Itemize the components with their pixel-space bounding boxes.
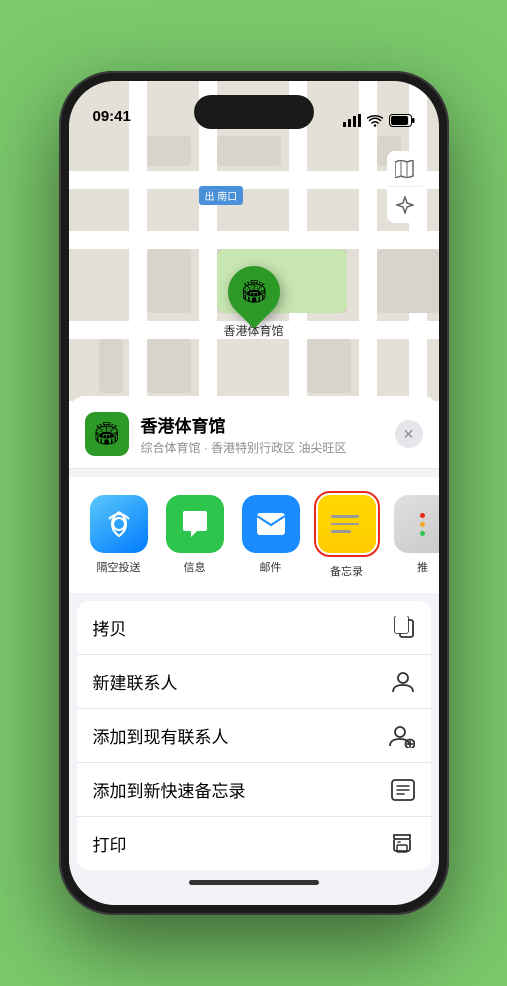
- home-indicator: [189, 880, 319, 885]
- map-block: [147, 339, 191, 393]
- airdrop-label: 隔空投送: [97, 559, 141, 575]
- action-item-quick-note[interactable]: 添加到新快速备忘录: [77, 763, 431, 817]
- share-item-notes[interactable]: 备忘录: [313, 491, 381, 579]
- share-item-more[interactable]: 推: [389, 495, 439, 575]
- action-item-copy[interactable]: 拷贝: [77, 601, 431, 655]
- messages-icon: [166, 495, 224, 553]
- new-contact-icon: [391, 670, 415, 694]
- more-icon: [394, 495, 439, 553]
- copy-icon: [393, 616, 415, 640]
- action-label-copy: 拷贝: [93, 615, 127, 640]
- sheet-header: 🏟 香港体育馆 综合体育馆 · 香港特别行政区 油尖旺区 ✕: [69, 396, 439, 469]
- pin-icon: 🏟: [240, 279, 268, 305]
- share-item-airdrop[interactable]: 隔空投送: [85, 495, 153, 575]
- notes-line3: [331, 530, 351, 533]
- action-item-add-contact[interactable]: 添加到现有联系人: [77, 709, 431, 763]
- share-row: 隔空投送 信息: [69, 477, 439, 593]
- phone-screen: 09:41: [69, 81, 439, 905]
- notes-line2: [331, 523, 359, 526]
- status-icons: [343, 114, 415, 127]
- exit-label: 出 南口: [199, 186, 244, 205]
- wifi-icon: [367, 115, 383, 127]
- copy-svg: [393, 616, 415, 640]
- location-icon: [396, 196, 414, 214]
- notes-label: 备忘录: [330, 563, 363, 579]
- location-button[interactable]: [387, 187, 423, 223]
- location-pin: 🏟 香港体育馆: [224, 266, 284, 339]
- map-block: [147, 249, 191, 313]
- messages-label: 信息: [184, 559, 206, 575]
- dot-green: [420, 531, 425, 536]
- notes-selected-border: [314, 491, 380, 557]
- airdrop-icon: [90, 495, 148, 553]
- map-block: [377, 249, 439, 313]
- new-contact-svg: [391, 670, 415, 694]
- quick-note-icon: [391, 779, 415, 801]
- add-contact-icon: [389, 724, 415, 748]
- action-label-new-contact: 新建联系人: [93, 669, 178, 694]
- mail-label: 邮件: [260, 559, 282, 575]
- share-item-messages[interactable]: 信息: [161, 495, 229, 575]
- more-label: 推: [417, 559, 428, 575]
- messages-svg: [179, 509, 211, 539]
- notes-line1: [331, 515, 359, 518]
- action-list: 拷贝 新建联系人: [77, 601, 431, 870]
- print-icon: [389, 833, 415, 855]
- action-label-quick-note: 添加到新快速备忘录: [93, 777, 246, 802]
- action-item-new-contact[interactable]: 新建联系人: [77, 655, 431, 709]
- venue-name: 香港体育馆: [141, 412, 395, 437]
- close-button[interactable]: ✕: [395, 420, 423, 448]
- bottom-sheet: 🏟 香港体育馆 综合体育馆 · 香港特别行政区 油尖旺区 ✕: [69, 396, 439, 905]
- notes-icon: [318, 495, 376, 553]
- map-block: [99, 339, 123, 393]
- action-item-print[interactable]: 打印: [77, 817, 431, 870]
- venue-info: 香港体育馆 综合体育馆 · 香港特别行政区 油尖旺区: [141, 412, 395, 456]
- signal-icon: [343, 114, 361, 127]
- map-type-icon: [395, 160, 415, 178]
- airdrop-svg: [104, 509, 134, 539]
- pin-circle: 🏟: [217, 255, 291, 329]
- dynamic-island: [194, 95, 314, 129]
- battery-icon: [389, 114, 415, 127]
- venue-sub: 综合体育馆 · 香港特别行政区 油尖旺区: [141, 439, 395, 456]
- dot-red: [420, 513, 425, 518]
- status-time: 09:41: [93, 108, 131, 127]
- share-item-mail[interactable]: 邮件: [237, 495, 305, 575]
- map-block: [147, 136, 191, 166]
- map-road: [69, 171, 439, 189]
- notes-lines: [331, 515, 363, 533]
- add-contact-svg: [389, 724, 415, 748]
- mail-svg: [255, 511, 287, 537]
- action-label-add-contact: 添加到现有联系人: [93, 723, 229, 748]
- home-indicator-area: [69, 880, 439, 885]
- map-controls: [387, 151, 423, 223]
- map-block: [307, 339, 351, 393]
- map-road: [69, 231, 439, 249]
- dot-orange: [420, 522, 425, 527]
- venue-icon: 🏟: [85, 412, 129, 456]
- close-icon: ✕: [403, 426, 415, 443]
- action-label-print: 打印: [93, 831, 127, 856]
- mail-icon: [242, 495, 300, 553]
- map-type-button[interactable]: [387, 151, 423, 187]
- quick-note-svg: [391, 779, 415, 801]
- phone-frame: 09:41: [59, 71, 449, 915]
- map-block: [217, 136, 281, 166]
- more-dots-group: [420, 513, 425, 536]
- print-svg: [389, 833, 415, 855]
